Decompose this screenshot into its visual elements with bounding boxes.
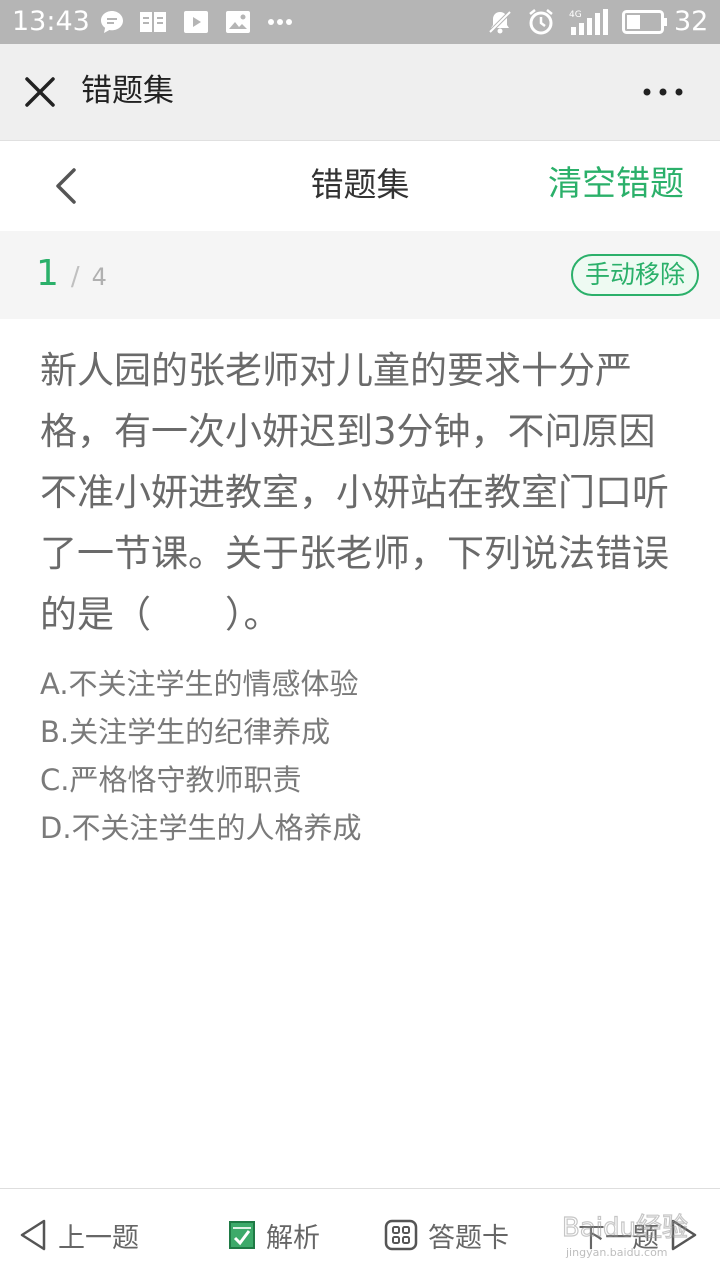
- prev-question-button[interactable]: 上一题: [18, 1213, 139, 1257]
- question-counter: 1 / 4: [36, 253, 107, 294]
- next-question-label: 下一题: [578, 1222, 659, 1254]
- option-b[interactable]: B.关注学生的纪律养成: [40, 708, 690, 756]
- play-icon: [182, 8, 210, 36]
- option-a[interactable]: A.不关注学生的情感体验: [40, 660, 690, 708]
- battery-level: 32: [674, 6, 709, 37]
- webview-title-bar: 错题集: [0, 44, 720, 141]
- answer-card-icon: [384, 1219, 418, 1251]
- alarm-icon: [527, 8, 555, 36]
- status-time: 13:43: [12, 6, 90, 37]
- prev-question-label: 上一题: [58, 1222, 139, 1254]
- answer-card-button[interactable]: 答题卡: [384, 1213, 509, 1257]
- more-dots-icon: [266, 8, 294, 36]
- back-button[interactable]: [48, 163, 84, 209]
- question-text: 新人园的张老师对儿童的要求十分严格，有一次小妍迟到3分钟，不问原因不准小妍进教室…: [40, 349, 669, 636]
- close-icon: [25, 77, 55, 107]
- next-question-button[interactable]: 下一题: [578, 1213, 699, 1257]
- mute-bell-icon: [486, 8, 514, 36]
- triangle-right-icon: [671, 1219, 697, 1251]
- chat-bubble-icon: [98, 8, 126, 36]
- more-button[interactable]: [640, 84, 686, 100]
- analysis-button[interactable]: 解析: [228, 1213, 320, 1257]
- manual-remove-button[interactable]: 手动移除: [570, 254, 699, 296]
- clear-mistakes-button[interactable]: 清空错题: [548, 161, 684, 207]
- option-c[interactable]: C.严格恪守教师职责: [40, 756, 690, 804]
- answer-card-label: 答题卡: [428, 1222, 509, 1254]
- image-icon: [224, 8, 252, 36]
- chevron-left-icon: [56, 168, 76, 204]
- total-question-count: 4: [91, 263, 107, 291]
- page-header: 错题集 清空错题: [0, 141, 720, 231]
- counter-separator: /: [70, 262, 80, 292]
- more-icon: [643, 88, 683, 96]
- webview-title: 错题集: [81, 73, 174, 109]
- options-list: A.不关注学生的情感体验 B.关注学生的纪律养成 C.严格恪守教师职责 D.不关…: [40, 660, 690, 852]
- svg-text:4G: 4G: [569, 10, 582, 20]
- option-d[interactable]: D.不关注学生的人格养成: [40, 804, 690, 852]
- analysis-label: 解析: [266, 1222, 320, 1254]
- triangle-left-icon: [20, 1219, 46, 1251]
- bottom-nav-bar: 上一题 解析 答题卡 下一题: [0, 1188, 720, 1280]
- book-icon: [139, 8, 167, 36]
- current-question-number: 1: [36, 253, 59, 294]
- question-progress: 1 / 4 手动移除: [0, 231, 720, 319]
- status-bar: 13:43 4G 32: [0, 0, 720, 44]
- analysis-icon: [229, 1221, 255, 1249]
- signal-icon: 4G: [566, 8, 610, 36]
- close-button[interactable]: [20, 72, 60, 112]
- battery-icon: [622, 8, 668, 36]
